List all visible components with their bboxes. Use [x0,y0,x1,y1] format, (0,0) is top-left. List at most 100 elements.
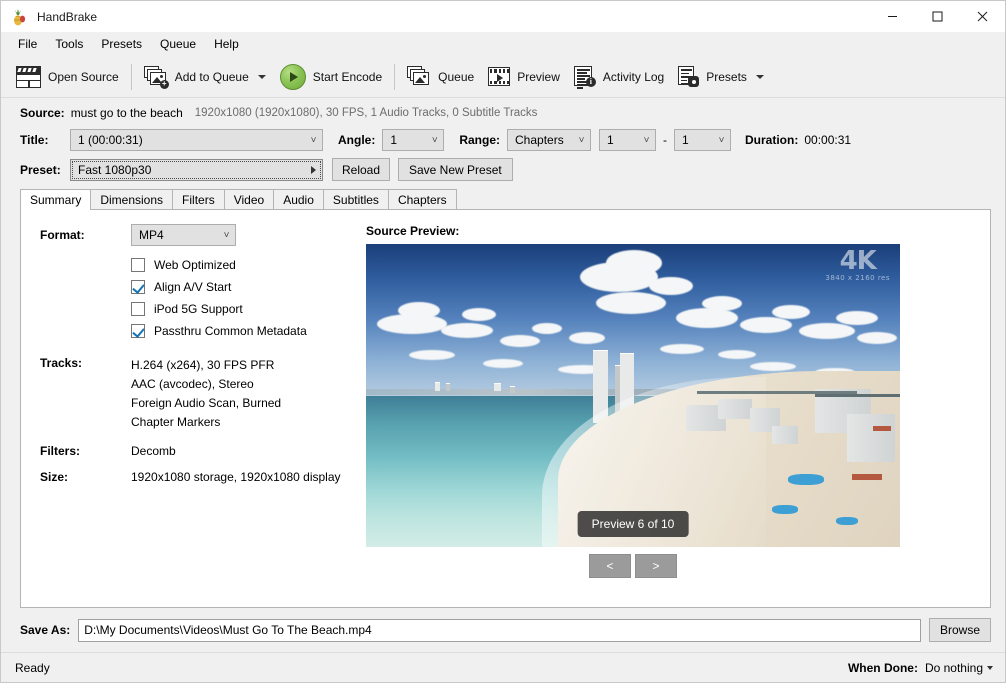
checkbox-box[interactable] [131,280,145,294]
checkbox-box[interactable] [131,302,145,316]
angle-select-value: 1 [390,133,426,147]
filmstrip-play-icon [488,67,510,86]
presets-toolbar-button[interactable]: Presets [671,60,771,94]
tab-summary[interactable]: Summary [20,189,91,209]
checkbox-box[interactable] [131,258,145,272]
maximize-button[interactable] [915,1,960,32]
watermark-subtext: 3840 x 2160 res [825,275,890,282]
title-label: Title: [20,133,70,147]
close-button[interactable] [960,1,1005,32]
start-encode-button[interactable]: Start Encode [273,60,389,94]
summary-left-column: Format: MP4 ˅ Web Optimized Align A/V St… [21,210,366,607]
tab-subtitles[interactable]: Subtitles [323,189,389,209]
activity-log-button[interactable]: i Activity Log [567,60,671,94]
chevron-down-icon: ˅ [573,135,590,146]
checkbox-passthru-common-metadata[interactable]: Passthru Common Metadata [21,320,366,342]
queue-label: Queue [438,70,474,84]
when-done-select[interactable]: Do nothing [925,661,993,675]
chevron-down-icon: ˅ [638,135,655,146]
format-row: Format: MP4 ˅ [21,224,366,246]
queue-button[interactable]: Queue [400,60,481,94]
chevron-down-icon[interactable] [756,75,764,79]
watermark-text: 4K [840,246,876,276]
status-bar: Ready When Done: Do nothing [1,652,1005,682]
minimize-button[interactable] [870,1,915,32]
source-info-panel: Source: must go to the beach 1920x1080 (… [1,98,1005,185]
tab-audio[interactable]: Audio [273,189,324,209]
stacked-images-icon [407,66,431,87]
when-done-label: When Done: [848,661,918,675]
checkbox-align-av-start[interactable]: Align A/V Start [21,276,366,298]
triangle-right-icon [311,166,316,174]
preview-button[interactable]: Preview [481,60,567,94]
preview-image[interactable]: 4K 3840 x 2160 res [366,244,900,547]
source-label: Source: [20,106,65,120]
menu-presets[interactable]: Presets [93,34,150,54]
size-value: 1920x1080 storage, 1920x1080 display [131,470,341,484]
add-images-icon: + [144,66,168,87]
angle-select[interactable]: 1 ˅ [382,129,444,151]
format-select[interactable]: MP4 ˅ [131,224,236,246]
checkbox-web-optimized[interactable]: Web Optimized [21,254,366,276]
document-gear-icon [678,66,699,87]
tab-filters[interactable]: Filters [172,189,225,209]
browse-button[interactable]: Browse [929,618,991,642]
tab-chapters[interactable]: Chapters [388,189,457,209]
preview-counter-badge: Preview 6 of 10 [578,511,689,537]
tracks-label: Tracks: [40,356,131,432]
title-select[interactable]: 1 (00:00:31) ˅ [70,129,323,151]
title-select-value: 1 (00:00:31) [78,133,305,147]
tab-strip: Summary Dimensions Filters Video Audio S… [1,189,1005,209]
add-to-queue-button[interactable]: + Add to Queue [137,60,273,94]
preset-row: Preset: Fast 1080p30 Reload Save New Pre… [1,158,1005,181]
range-type-select[interactable]: Chapters ˅ [507,129,591,151]
checkbox-label: Align A/V Start [154,280,231,294]
chevron-down-icon: ˅ [218,230,235,241]
chevron-down-icon: ˅ [426,135,443,146]
preset-value: Fast 1080p30 [78,163,311,177]
tracks-row: Tracks: H.264 (x264), 30 FPS PFR AAC (av… [21,356,366,432]
track-line: AAC (avcodec), Stereo [131,375,281,394]
track-line: H.264 (x264), 30 FPS PFR [131,356,281,375]
summary-checkbox-list: Web Optimized Align A/V Start iPod 5G Su… [21,254,366,342]
tracks-values: H.264 (x264), 30 FPS PFR AAC (avcodec), … [131,356,281,432]
preview-next-button[interactable]: > [635,554,677,578]
toolbar-separator [131,64,132,90]
add-to-queue-label: Add to Queue [175,70,249,84]
save-new-preset-button[interactable]: Save New Preset [398,158,513,181]
tab-video[interactable]: Video [224,189,274,209]
chapter-end-value: 1 [682,133,713,147]
checkbox-box[interactable] [131,324,145,338]
duration-label: Duration: [745,133,798,147]
save-as-input[interactable]: D:\My Documents\Videos\Must Go To The Be… [78,619,921,642]
document-info-icon: i [574,66,596,87]
menu-queue[interactable]: Queue [152,34,204,54]
open-source-button[interactable]: Open Source [9,60,126,94]
start-encode-label: Start Encode [313,70,382,84]
menu-file[interactable]: File [10,34,45,54]
chapter-start-select[interactable]: 1 ˅ [599,129,656,151]
tab-dimensions[interactable]: Dimensions [90,189,173,209]
chevron-down-icon: ˅ [305,135,322,146]
checkbox-ipod-5g-support[interactable]: iPod 5G Support [21,298,366,320]
title-row: Title: 1 (00:00:31) ˅ Angle: 1 ˅ Range: … [1,129,1005,151]
handbrake-pineapple-icon [10,8,28,26]
chevron-down-icon[interactable] [258,75,266,79]
preset-select[interactable]: Fast 1080p30 [70,159,323,181]
source-preview-label: Source Preview: [366,224,990,238]
range-label: Range: [459,133,500,147]
source-row: Source: must go to the beach 1920x1080 (… [1,106,1005,120]
reload-button[interactable]: Reload [332,158,390,181]
track-line: Chapter Markers [131,413,281,432]
menu-tools[interactable]: Tools [47,34,91,54]
preview-prev-button[interactable]: < [589,554,631,578]
filters-row: Filters: Decomb [21,444,366,458]
open-source-label: Open Source [48,70,119,84]
track-line: Foreign Audio Scan, Burned [131,394,281,413]
menu-help[interactable]: Help [206,34,247,54]
source-preview-column: Source Preview: [366,210,990,607]
green-play-icon [280,64,306,90]
title-bar: HandBrake [1,1,1005,32]
chapter-end-select[interactable]: 1 ˅ [674,129,731,151]
main-toolbar: Open Source + Add to Queue Start Encode [1,56,1005,98]
